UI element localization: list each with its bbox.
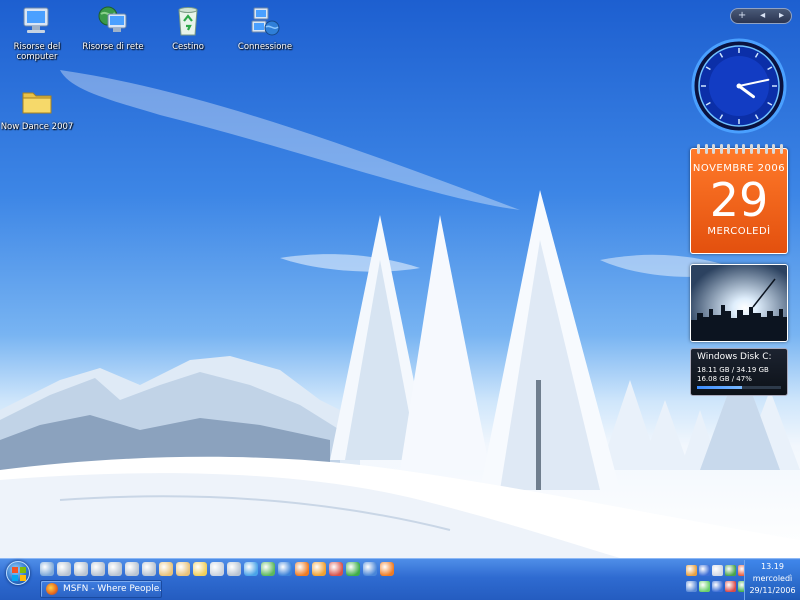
next-page-button[interactable]: ▸ xyxy=(779,9,784,23)
sidebar-controls: + ◂ ▸ xyxy=(730,8,792,24)
drive-icon[interactable] xyxy=(57,562,71,576)
desktop-wallpaper xyxy=(0,0,800,558)
quick-launch-bar xyxy=(40,562,394,578)
desktop-icon-label: Now Dance 2007 xyxy=(0,122,74,132)
disk-usage-text: 18.11 GB / 34.19 GB xyxy=(697,366,769,374)
desktop-icon-label: Risorse del computer xyxy=(13,42,61,62)
desktop-icon-network-places[interactable]: Risorse di rete xyxy=(76,4,150,52)
play-icon[interactable] xyxy=(363,562,377,576)
user-icon[interactable] xyxy=(725,565,736,576)
analog-clock xyxy=(691,38,787,134)
folder-icon[interactable] xyxy=(193,562,207,576)
user-icon[interactable] xyxy=(159,562,173,576)
taskbar-clock[interactable]: 13.19 mercoledì 29/11/2006 xyxy=(744,560,800,600)
start-button[interactable] xyxy=(6,561,30,585)
internet-explorer-icon[interactable] xyxy=(278,562,292,576)
calendar-rings xyxy=(697,144,783,154)
drive-icon[interactable] xyxy=(91,562,105,576)
calendar-day: 29 xyxy=(709,173,769,227)
drive-icon[interactable] xyxy=(142,562,156,576)
desktop-icon-recycle-bin[interactable]: Cestino xyxy=(151,4,225,52)
disk-title: Windows Disk C: xyxy=(697,352,772,362)
disk-free-text: 16.08 GB / 47% xyxy=(697,375,752,383)
printer-icon[interactable] xyxy=(210,562,224,576)
disk-usage-gadget[interactable]: Windows Disk C: 18.11 GB / 34.19 GB 16.0… xyxy=(690,348,788,396)
clock-gadget[interactable] xyxy=(691,38,787,134)
taskbar: MSFN - Where People... 13.19 mercoledì 2… xyxy=(0,558,800,600)
notification-area xyxy=(684,561,749,599)
firefox-icon[interactable] xyxy=(380,562,394,576)
taskbar-button-firefox[interactable]: MSFN - Where People... xyxy=(40,580,162,598)
clock-weekday: mercoledì xyxy=(752,574,793,583)
clock-date: 29/11/2006 xyxy=(749,586,796,595)
network-places-icon xyxy=(98,6,127,32)
drive-icon[interactable] xyxy=(227,562,241,576)
desktop-icon-my-computer[interactable]: Risorse del computer xyxy=(0,4,74,62)
mail-icon[interactable] xyxy=(712,565,723,576)
user-icon[interactable] xyxy=(176,562,190,576)
monitor-icon[interactable] xyxy=(699,565,710,576)
media-icon[interactable] xyxy=(312,562,326,576)
disk-usage-fill xyxy=(697,386,742,389)
desktop-icon-label: Cestino xyxy=(172,42,204,52)
desktop-icon-connection[interactable]: Connessione xyxy=(228,4,302,52)
disk-usage-bar xyxy=(697,386,781,389)
globe-icon[interactable] xyxy=(244,562,258,576)
network-connection-icon xyxy=(251,7,280,36)
drive-icon[interactable] xyxy=(74,562,88,576)
task-label: MSFN - Where People... xyxy=(63,584,162,594)
desktop-icon-label: Connessione xyxy=(237,42,293,52)
firefox-icon xyxy=(46,583,58,595)
my-computer-icon xyxy=(23,7,49,33)
network-icon[interactable] xyxy=(686,581,697,592)
network-icon[interactable] xyxy=(40,562,54,576)
monitor-icon[interactable] xyxy=(712,581,723,592)
recycle-bin-icon xyxy=(178,7,198,36)
refresh-icon[interactable] xyxy=(261,562,275,576)
desktop-icon-folder[interactable]: Now Dance 2007 xyxy=(0,84,74,132)
add-gadget-button[interactable]: + xyxy=(738,9,746,23)
drive-icon[interactable] xyxy=(108,562,122,576)
volume-icon[interactable] xyxy=(699,581,710,592)
folder-icon xyxy=(22,92,52,114)
winter-landscape-image xyxy=(0,70,800,558)
drive-icon[interactable] xyxy=(125,562,139,576)
calendar-gadget[interactable]: NOVEMBRE 2006 29 MERCOLEDÌ xyxy=(690,144,788,254)
update-icon[interactable] xyxy=(725,581,736,592)
previous-page-button[interactable]: ◂ xyxy=(760,9,765,23)
paint-icon[interactable] xyxy=(329,562,343,576)
clock-time: 13.19 xyxy=(761,562,784,571)
city-skyline-photo xyxy=(691,265,787,341)
windows-orb-icon xyxy=(12,567,26,581)
messenger-icon[interactable] xyxy=(346,562,360,576)
desktop-icon-label: Risorse di rete xyxy=(82,42,144,52)
gear-icon[interactable] xyxy=(686,565,697,576)
slideshow-gadget[interactable] xyxy=(690,264,788,342)
calendar-weekday: MERCOLEDÌ xyxy=(707,226,771,237)
firefox-icon[interactable] xyxy=(295,562,309,576)
